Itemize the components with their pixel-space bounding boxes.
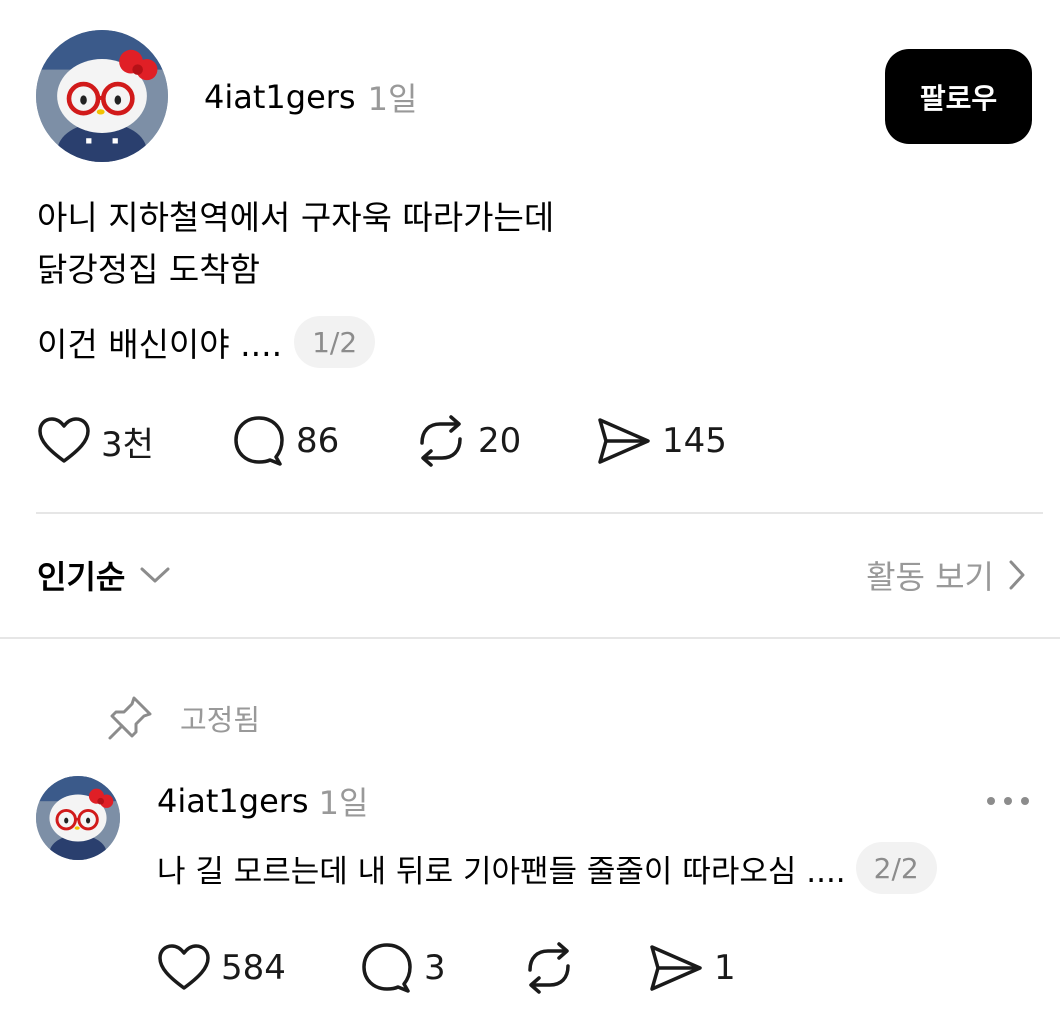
page-badge: 2/2 — [855, 842, 937, 894]
post-text-line-1: 아니 지하철역에서 구자욱 따라가는데 — [37, 198, 555, 237]
repost-icon — [420, 415, 462, 467]
comment-count: 86 — [296, 421, 340, 461]
heart-icon — [158, 944, 210, 990]
reply-text: 나 길 모르는데 내 뒤로 기아팬들 줄줄이 따라오심 .... — [157, 853, 846, 890]
follow-button[interactable]: 팔로우 — [885, 49, 1032, 144]
share-icon — [598, 418, 650, 464]
like-count: 584 — [221, 948, 286, 988]
post-time: 1일 — [367, 80, 418, 118]
view-activity-link[interactable]: 활동 보기 — [866, 552, 1026, 598]
reply-actions: 584 3 1 — [157, 942, 757, 994]
divider — [0, 637, 1060, 639]
post-text-line-3: 이건 배신이야 .... — [37, 325, 283, 364]
activity-label: 활동 보기 — [866, 558, 994, 596]
more-icon[interactable] — [985, 790, 1031, 812]
post-text-line-2: 닭강정집 도착함 — [37, 250, 261, 289]
reply-time: 1일 — [318, 784, 369, 822]
divider — [36, 512, 1043, 514]
chevron-down-icon — [140, 567, 170, 583]
sort-dropdown[interactable]: 인기순 — [37, 552, 171, 598]
comment-button[interactable]: 3 — [360, 942, 446, 994]
comment-icon — [234, 416, 284, 466]
share-button[interactable]: 1 — [648, 943, 736, 993]
avatar[interactable] — [36, 30, 168, 162]
repost-button[interactable]: 20 — [414, 415, 521, 467]
page-badge: 1/2 — [294, 316, 376, 368]
reply-text-row: 나 길 모르는데 내 뒤로 기아팬들 줄줄이 따라오심 .... 2/2 — [157, 842, 937, 894]
pinned-label: 고정됨 — [180, 703, 261, 737]
avatar-image — [36, 30, 168, 162]
post-username[interactable]: 4iat1gers — [204, 78, 356, 116]
comment-icon — [362, 943, 412, 993]
post-body: 아니 지하철역에서 구자욱 따라가는데 닭강정집 도착함 — [37, 192, 554, 296]
reply-avatar[interactable] — [36, 776, 120, 860]
like-button[interactable]: 3천 — [37, 416, 154, 466]
share-button[interactable]: 145 — [596, 416, 727, 466]
comment-button[interactable]: 86 — [232, 415, 339, 467]
chevron-right-icon — [1009, 560, 1025, 590]
repost-button[interactable] — [522, 942, 586, 994]
like-button[interactable]: 584 — [157, 943, 286, 993]
sort-label: 인기순 — [37, 558, 126, 596]
repost-count: 20 — [478, 421, 522, 461]
thread-post-page: 4iat1gers 1일 팔로우 아니 지하철역에서 구자욱 따라가는데 닭강정… — [0, 0, 1060, 1027]
pinned-indicator: 고정됨 — [106, 694, 260, 742]
pin-icon — [108, 696, 152, 740]
share-count: 145 — [662, 421, 727, 461]
comment-count: 3 — [424, 948, 446, 988]
like-count: 3천 — [101, 424, 154, 465]
repost-icon — [528, 942, 570, 994]
reply-meta: 4iat1gers 1일 — [157, 778, 368, 824]
post-meta: 4iat1gers 1일 — [204, 76, 417, 118]
avatar-image — [36, 776, 120, 860]
reply-username[interactable]: 4iat1gers — [157, 782, 309, 820]
heart-icon — [38, 417, 90, 463]
share-count: 1 — [714, 948, 736, 988]
post-text-line-3-row: 이건 배신이야 .... 1/2 — [37, 316, 376, 368]
share-icon — [650, 945, 702, 991]
post-actions: 3천 86 20 145 — [37, 415, 757, 467]
